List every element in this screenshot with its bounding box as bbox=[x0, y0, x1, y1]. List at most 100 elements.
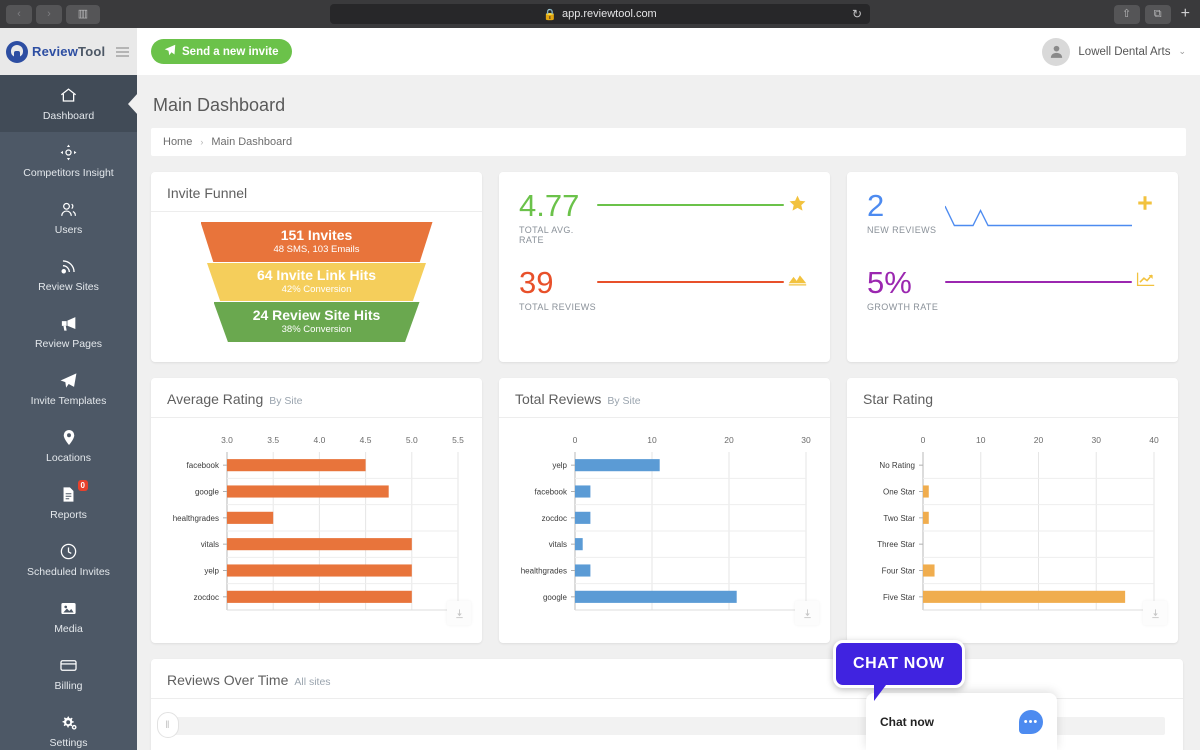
brand-name: ReviewTool bbox=[32, 44, 105, 59]
breadcrumb: Home › Main Dashboard bbox=[151, 128, 1186, 156]
map-pin-icon bbox=[60, 428, 78, 448]
sidebar-item-media[interactable]: Media bbox=[0, 588, 137, 645]
invite-funnel-title: Invite Funnel bbox=[167, 185, 247, 201]
svg-text:30: 30 bbox=[801, 435, 811, 445]
svg-text:vitals: vitals bbox=[549, 540, 567, 549]
sidebar-item-label: Review Sites bbox=[38, 281, 99, 293]
funnel-segment-value: 64 Invite Link Hits bbox=[257, 268, 376, 283]
paper-plane-icon bbox=[164, 44, 176, 59]
sidebar-item-label: Users bbox=[55, 224, 82, 236]
svg-text:Three Star: Three Star bbox=[877, 540, 915, 549]
chart-title: Total Reviews bbox=[515, 391, 601, 407]
reviews-over-time-title: Reviews Over Time bbox=[167, 672, 288, 688]
sidebar-item-users[interactable]: Users bbox=[0, 189, 137, 246]
kpi-card-ratings: 4.77 TOTAL AVG. RATE 39 TOTAL REVIEWS bbox=[499, 172, 830, 362]
svg-text:healthgrades: healthgrades bbox=[521, 567, 567, 576]
sidebar-item-label: Review Pages bbox=[35, 338, 102, 350]
svg-text:google: google bbox=[195, 488, 220, 497]
chat-dots-icon[interactable]: ••• bbox=[1019, 710, 1043, 734]
svg-text:20: 20 bbox=[1034, 435, 1044, 445]
chat-panel-label: Chat now bbox=[880, 715, 934, 729]
hamburger-icon[interactable] bbox=[116, 47, 129, 57]
kpi-total-avg-rate-line bbox=[597, 190, 784, 206]
svg-text:vitals: vitals bbox=[201, 540, 219, 549]
send-new-invite-button[interactable]: Send a new invite bbox=[151, 39, 292, 64]
gears-icon bbox=[59, 713, 79, 733]
sidebar-nav: DashboardCompetitors Insight Users Review … bbox=[0, 75, 137, 750]
svg-text:5.0: 5.0 bbox=[406, 435, 418, 445]
browser-chrome: ‹ › ▥ 🔒 app.reviewtool.com ↻ ⇧ ⧉ + bbox=[0, 0, 1200, 28]
sidebar-item-reports[interactable]: 0Reports bbox=[0, 474, 137, 531]
sidebar-item-label: Reports bbox=[50, 509, 87, 521]
download-icon[interactable] bbox=[795, 601, 819, 625]
sidebar-item-billing[interactable]: Billing bbox=[0, 645, 137, 702]
kpi-new-reviews-text: 2 NEW REVIEWS bbox=[867, 190, 945, 235]
users-icon bbox=[59, 200, 78, 220]
svg-text:google: google bbox=[543, 593, 568, 602]
brand-bar: ReviewTool bbox=[0, 28, 137, 75]
svg-text:Five Star: Five Star bbox=[883, 593, 915, 602]
svg-text:3.0: 3.0 bbox=[221, 435, 233, 445]
sidebar-item-review-sites[interactable]: Review Sites bbox=[0, 246, 137, 303]
sidebar-item-settings[interactable]: Settings bbox=[0, 702, 137, 750]
trend-up-icon bbox=[1132, 267, 1158, 287]
download-icon[interactable] bbox=[1143, 601, 1167, 625]
funnel-segment-sub: 48 SMS, 103 Emails bbox=[273, 244, 359, 256]
sidebar-item-dashboard[interactable]: Dashboard bbox=[0, 75, 137, 132]
kpi-growth-rate-text: 5% GROWTH RATE bbox=[867, 267, 945, 312]
tabs-icon[interactable]: ⧉ bbox=[1145, 5, 1171, 24]
chat-panel[interactable]: Chat now ••• bbox=[866, 693, 1057, 750]
funnel-segment-sub: 38% Conversion bbox=[282, 324, 352, 336]
sidebar-item-scheduled-invites[interactable]: Scheduled Invites bbox=[0, 531, 137, 588]
funnel-segment-value: 24 Review Site Hits bbox=[253, 308, 381, 323]
share-icon[interactable]: ⇧ bbox=[1114, 5, 1140, 24]
send-new-invite-label: Send a new invite bbox=[182, 46, 279, 58]
time-range-slider-handle[interactable]: ‖ bbox=[157, 712, 179, 738]
reviews-over-time-subtitle: All sites bbox=[294, 676, 330, 688]
back-button[interactable]: ‹ bbox=[6, 5, 32, 24]
svg-text:20: 20 bbox=[724, 435, 734, 445]
chart-subtitle: By Site bbox=[269, 395, 302, 407]
reviewtool-logo-icon bbox=[6, 41, 28, 63]
kpi-new-reviews-label: NEW REVIEWS bbox=[867, 225, 945, 235]
kpi-total-reviews-text: 39 TOTAL REVIEWS bbox=[519, 267, 597, 312]
chart-plot-area: 3.03.54.04.55.05.5facebookgooglehealthgr… bbox=[151, 418, 482, 632]
account-name: Lowell Dental Arts bbox=[1078, 46, 1170, 58]
breadcrumb-home[interactable]: Home bbox=[163, 136, 192, 148]
sidebar-item-competitors-insight[interactable]: Competitors Insight bbox=[0, 132, 137, 189]
chart-title: Star Rating bbox=[863, 391, 933, 407]
account-menu[interactable]: Lowell Dental Arts ⌄ bbox=[1042, 38, 1186, 66]
dashboard-row-1: Invite Funnel 151 Invites48 SMS, 103 Ema… bbox=[137, 156, 1200, 362]
svg-text:Four Star: Four Star bbox=[882, 567, 916, 576]
invite-funnel-header: Invite Funnel bbox=[151, 172, 482, 212]
forward-button[interactable]: › bbox=[36, 5, 62, 24]
funnel-segment-value: 151 Invites bbox=[281, 228, 353, 243]
chevron-down-icon: ⌄ bbox=[1178, 46, 1186, 57]
kpi-growth-rate-label: GROWTH RATE bbox=[867, 302, 945, 312]
paper-plane-icon bbox=[59, 371, 78, 391]
chart-svg: 3.03.54.04.55.05.5facebookgooglehealthgr… bbox=[165, 426, 468, 626]
sidebar-item-review-pages[interactable]: Review Pages bbox=[0, 303, 137, 360]
sidebar-toggle-icon[interactable]: ▥ bbox=[66, 5, 100, 24]
top-bar: Send a new invite Lowell Dental Arts ⌄ bbox=[137, 28, 1200, 75]
megaphone-icon bbox=[59, 314, 79, 334]
chart-card-average-rating: Average RatingBy Site3.03.54.04.55.05.5f… bbox=[151, 378, 482, 643]
sidebar-item-invite-templates[interactable]: Invite Templates bbox=[0, 360, 137, 417]
new-tab-button[interactable]: + bbox=[1176, 5, 1195, 23]
lock-icon: 🔒 bbox=[543, 8, 557, 21]
svg-text:10: 10 bbox=[647, 435, 657, 445]
kpi-new-reviews: 2 NEW REVIEWS bbox=[867, 190, 1158, 267]
chat-now-bubble[interactable]: CHAT NOW bbox=[833, 640, 965, 688]
reload-icon[interactable]: ↻ bbox=[852, 7, 862, 21]
address-bar[interactable]: 🔒 app.reviewtool.com ↻ bbox=[330, 4, 870, 24]
svg-text:healthgrades: healthgrades bbox=[173, 514, 219, 523]
svg-text:0: 0 bbox=[573, 435, 578, 445]
browser-right-buttons: ⇧ ⧉ + bbox=[1114, 5, 1200, 24]
chart-header: Total ReviewsBy Site bbox=[499, 378, 830, 418]
sidebar-item-locations[interactable]: Locations bbox=[0, 417, 137, 474]
breadcrumb-separator-icon: › bbox=[200, 137, 203, 147]
download-icon[interactable] bbox=[447, 601, 471, 625]
crosshair-icon bbox=[59, 143, 78, 163]
chart-header: Star Rating bbox=[847, 378, 1178, 418]
svg-text:5.5: 5.5 bbox=[452, 435, 464, 445]
